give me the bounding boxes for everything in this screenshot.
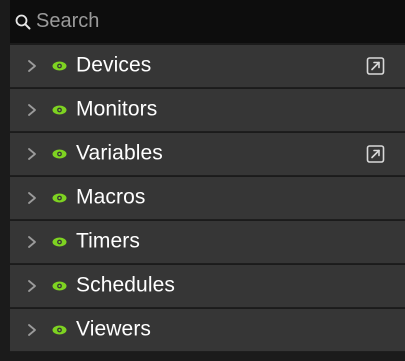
project-tree-panel: Devices Monitors xyxy=(0,0,405,361)
eye-icon[interactable] xyxy=(52,61,67,71)
tree-item-schedules[interactable]: Schedules xyxy=(10,265,405,308)
eye-icon[interactable] xyxy=(52,149,67,159)
eye-icon[interactable] xyxy=(52,105,67,115)
chevron-right-icon[interactable] xyxy=(26,191,38,205)
chevron-right-icon[interactable] xyxy=(26,235,38,249)
tree-item-label: Schedules xyxy=(76,273,175,297)
open-external-icon[interactable] xyxy=(366,145,385,164)
chevron-right-icon[interactable] xyxy=(26,279,38,293)
tree-item-label: Timers xyxy=(76,229,140,253)
tree-item-label: Viewers xyxy=(76,317,152,341)
eye-icon[interactable] xyxy=(52,237,67,247)
search-icon xyxy=(15,14,31,30)
tree-item-devices[interactable]: Devices xyxy=(10,45,405,88)
chevron-right-icon[interactable] xyxy=(26,147,38,161)
chevron-right-icon[interactable] xyxy=(26,59,38,73)
search-bar[interactable] xyxy=(10,0,405,43)
tree-item-label: Macros xyxy=(76,185,146,209)
eye-icon[interactable] xyxy=(52,325,67,335)
tree-item-timers[interactable]: Timers xyxy=(10,221,405,264)
tree-item-variables[interactable]: Variables xyxy=(10,133,405,176)
tree-list: Devices Monitors Variables Macros Timers… xyxy=(10,45,405,352)
tree-item-label: Variables xyxy=(76,141,163,165)
open-external-icon[interactable] xyxy=(366,57,385,76)
tree-item-viewers[interactable]: Viewers xyxy=(10,309,405,352)
search-input[interactable] xyxy=(32,1,376,42)
chevron-right-icon[interactable] xyxy=(26,323,38,337)
chevron-right-icon[interactable] xyxy=(26,103,38,117)
tree-item-label: Monitors xyxy=(76,97,158,121)
tree-item-monitors[interactable]: Monitors xyxy=(10,89,405,132)
eye-icon[interactable] xyxy=(52,281,67,291)
tree-item-label: Devices xyxy=(76,53,152,77)
eye-icon[interactable] xyxy=(52,193,67,203)
tree-item-macros[interactable]: Macros xyxy=(10,177,405,220)
